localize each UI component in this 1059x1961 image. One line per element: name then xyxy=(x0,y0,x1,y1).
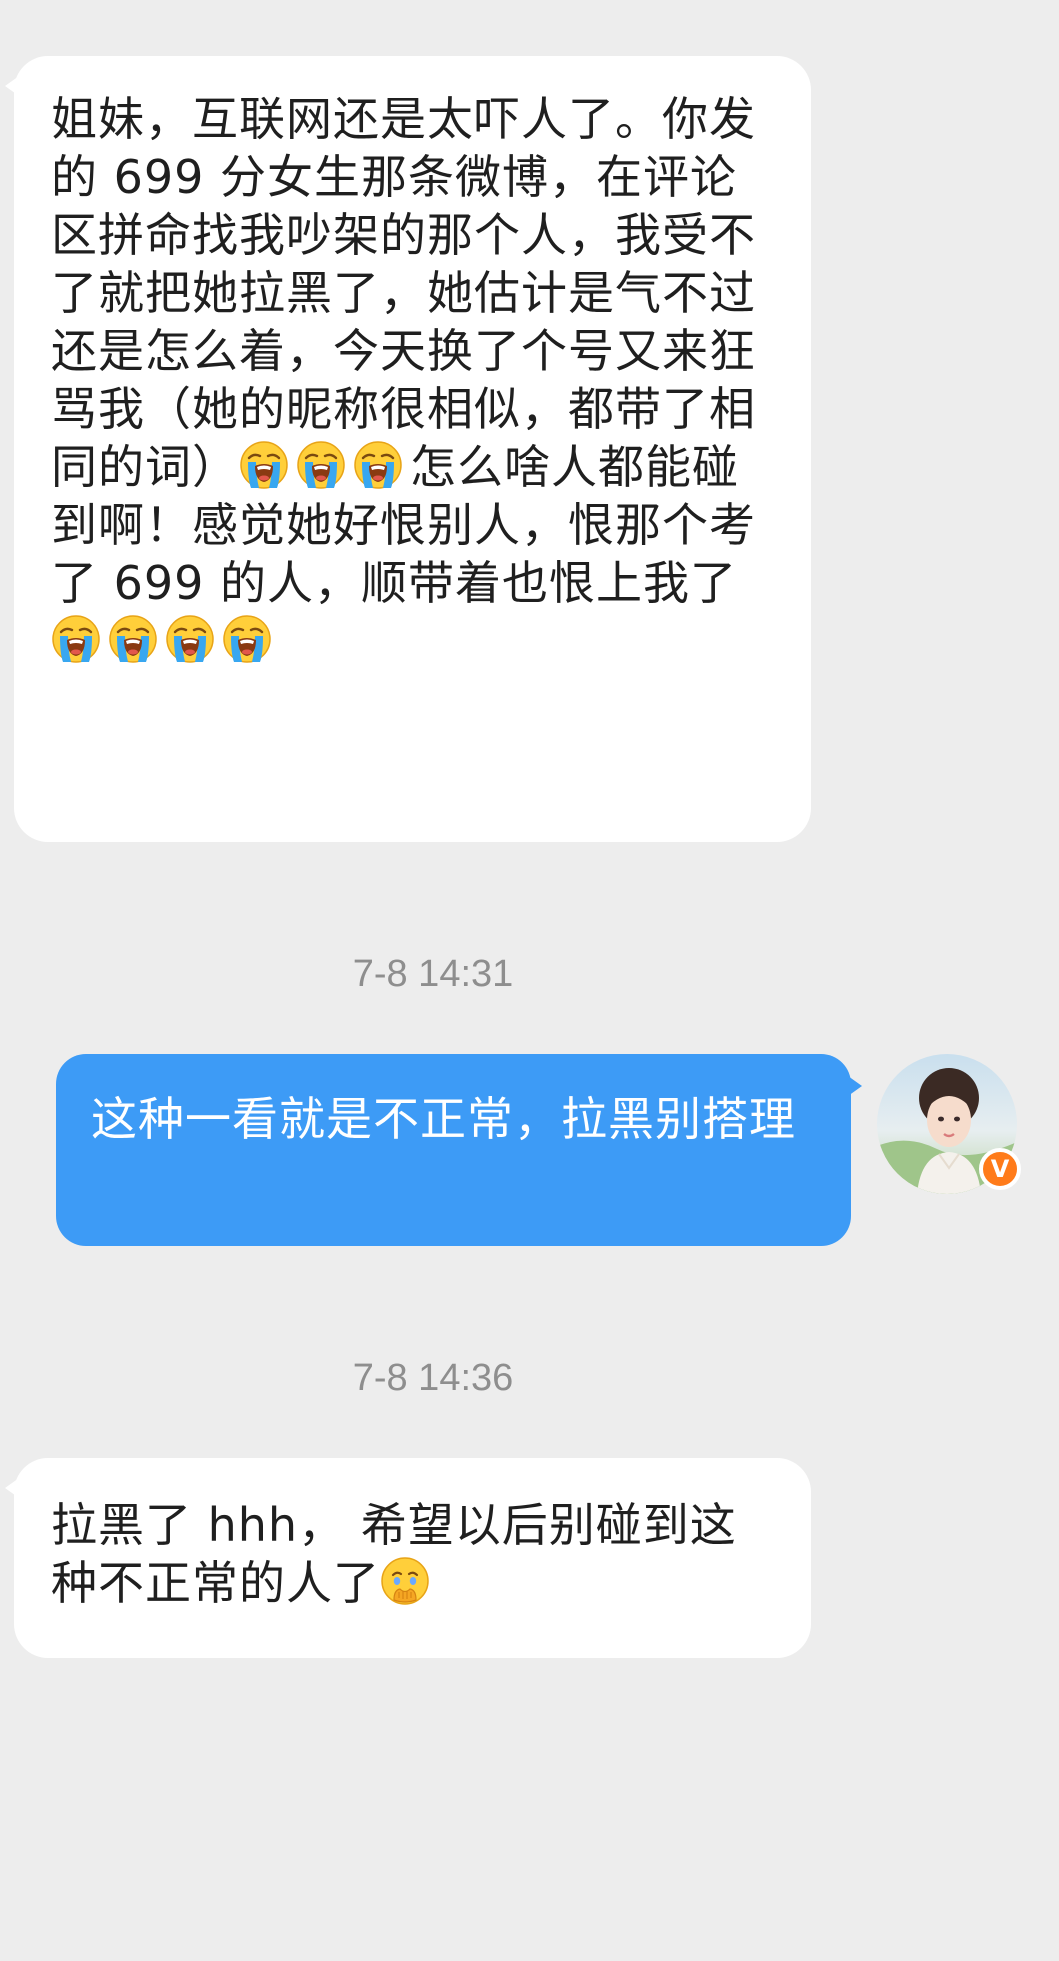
outgoing-message-bubble[interactable]: 这种一看就是不正常，拉黑别搭理 xyxy=(56,1054,862,1246)
holding-back-tears-emoji-icon xyxy=(380,1556,430,1606)
loudly-crying-emoji-icon xyxy=(51,614,101,664)
loudly-crying-emoji-icon xyxy=(165,614,215,664)
verified-badge: V xyxy=(979,1148,1021,1190)
loudly-crying-emoji-icon xyxy=(353,440,403,490)
message-text: 这种一看就是不正常，拉黑别搭理 xyxy=(91,1092,796,1146)
loudly-crying-emoji-icon xyxy=(296,440,346,490)
message-timestamp: 7-8 14:31 xyxy=(352,953,514,995)
message-timestamp: 7-8 14:36 xyxy=(352,1357,514,1399)
loudly-crying-emoji-icon xyxy=(108,614,158,664)
incoming-message-bubble[interactable]: 姐妹，互联网还是太吓人了。你发的 699 分女生那条微博，在评论区拼命找我吵架的… xyxy=(5,56,811,842)
loudly-crying-emoji-icon xyxy=(222,614,272,664)
loudly-crying-emoji-icon xyxy=(239,440,289,490)
incoming-message-bubble[interactable]: 拉黑了 hhh， 希望以后别碰到这种不正常的人了 xyxy=(5,1458,811,1658)
chat-thread: 姐妹，互联网还是太吓人了。你发的 699 分女生那条微博，在评论区拼命找我吵架的… xyxy=(0,0,1059,1961)
user-avatar[interactable]: V xyxy=(877,1054,1021,1194)
message-text: 姐妹，互联网还是太吓人了。你发的 699 分女生那条微博，在评论区拼命找我吵架的… xyxy=(51,92,756,494)
